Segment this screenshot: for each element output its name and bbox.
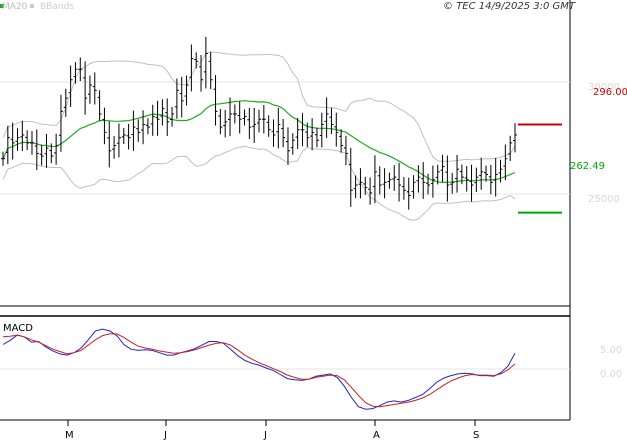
x-tick-label: M — [65, 430, 74, 440]
macd-panel-label: MACD — [3, 323, 33, 334]
copyright-text: © TEC 14/9/2025 3:0 GMT — [443, 1, 576, 12]
support-level-label: 262.49 — [570, 161, 605, 172]
macd-tick-label: 0.00 — [600, 369, 622, 380]
legend-bbands-label: BBands — [40, 2, 74, 12]
resistance-level-label: 296.00 — [593, 87, 627, 98]
x-tick-label: A — [373, 430, 380, 440]
grid-lines — [0, 81, 570, 370]
chart-canvas: MA20 BBands © TEC 14/9/2025 3:0 GMT MACD… — [0, 0, 627, 440]
price-levels — [518, 123, 562, 214]
legend-ma-label: MA20 — [2, 2, 28, 12]
legend-bbands-swatch — [30, 4, 34, 8]
price-tick-label: 25000 — [588, 194, 620, 205]
x-tick-label: J — [163, 430, 167, 440]
macd-signal-line — [2, 333, 516, 408]
x-tick-label: S — [473, 430, 479, 440]
macd-tick-label: 5.00 — [600, 345, 622, 356]
x-tick-label: J — [263, 430, 267, 440]
price-bars — [1, 36, 517, 210]
